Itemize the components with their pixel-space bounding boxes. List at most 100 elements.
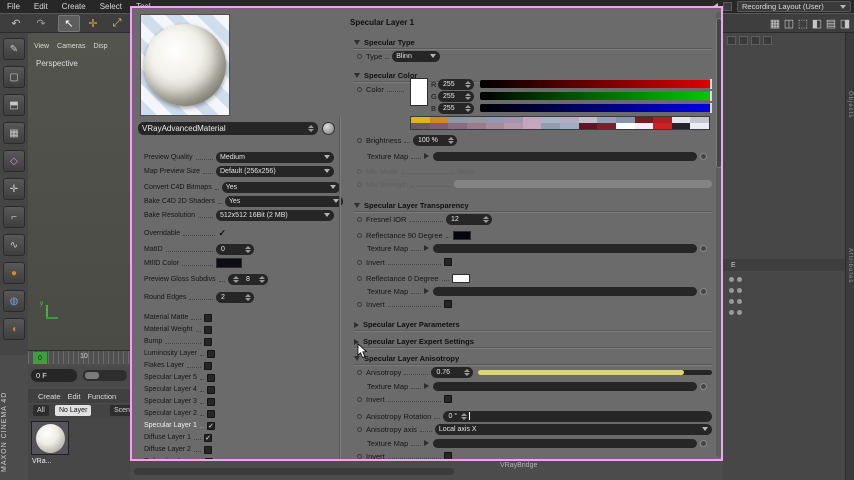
keyframe-dot-icon[interactable] xyxy=(357,396,362,402)
expand-icon[interactable] xyxy=(424,383,430,389)
layer-checkbox[interactable] xyxy=(204,325,212,334)
texture-map-field[interactable] xyxy=(433,438,697,448)
axis-tool-icon[interactable]: ✛ xyxy=(3,178,25,200)
panel-icon[interactable] xyxy=(739,36,748,45)
section-specular-type[interactable]: Specular Type xyxy=(354,37,712,49)
visibility-dot[interactable] xyxy=(729,310,734,315)
tool-icon[interactable]: ⬚ xyxy=(796,15,810,32)
b-gradient-slider[interactable] xyxy=(480,103,712,113)
keyframe-dot-icon[interactable] xyxy=(357,275,362,281)
panel-icon[interactable] xyxy=(763,36,772,45)
layer-checkbox[interactable]: ✓ xyxy=(204,433,212,442)
keyframe-dot-icon[interactable] xyxy=(357,369,362,375)
layer-checkbox[interactable] xyxy=(204,313,212,322)
layout-grid-icon[interactable] xyxy=(723,2,732,11)
deformer-tool-icon[interactable]: ◇ xyxy=(3,150,25,172)
gloss-subdivs-field[interactable]: 8 xyxy=(228,273,268,285)
tool-icon[interactable]: ▤ xyxy=(824,15,838,32)
keyframe-dot-icon[interactable] xyxy=(357,86,362,92)
stepper[interactable] xyxy=(245,245,251,253)
layer-row[interactable]: Material Weight xyxy=(144,324,212,335)
texture-map-field[interactable] xyxy=(433,243,697,253)
mtlid-color-swatch[interactable] xyxy=(216,258,242,268)
keyframe-dot-icon[interactable] xyxy=(357,426,362,432)
panel-icon[interactable] xyxy=(727,36,736,45)
specular-color-swatch[interactable] xyxy=(410,78,428,106)
palette-swatch[interactable] xyxy=(653,123,672,129)
frame-number-field[interactable]: 0 F xyxy=(31,369,77,382)
filter-all-button[interactable]: All xyxy=(33,405,49,416)
stepper[interactable] xyxy=(461,412,468,420)
redo-button[interactable]: ↷ xyxy=(30,15,52,32)
stepper[interactable] xyxy=(465,92,471,100)
brightness-field[interactable]: 100 % xyxy=(413,134,457,146)
dialog-scrollbar-thumb[interactable] xyxy=(716,18,721,168)
layer-checkbox[interactable] xyxy=(204,361,212,370)
expand-icon[interactable] xyxy=(424,440,430,446)
section-parameters-collapsed[interactable]: Specular Layer Parameters xyxy=(354,319,712,331)
panel-icon[interactable] xyxy=(751,36,760,45)
r-value-field[interactable]: 255 xyxy=(438,78,474,90)
palette-swatch[interactable] xyxy=(448,123,467,129)
move-tool-button[interactable]: ✛ xyxy=(82,15,104,32)
spline-tool-icon[interactable]: ✎ xyxy=(3,38,25,60)
texture-browse-button[interactable] xyxy=(700,152,707,160)
preview-mode-icon[interactable] xyxy=(322,122,335,135)
material-thumbnail-label[interactable]: VRa... xyxy=(32,458,51,465)
reflectance-0-swatch[interactable] xyxy=(452,273,470,283)
type-dropdown[interactable]: Blinn xyxy=(392,50,441,62)
modeling-tool-icon[interactable]: ⬒ xyxy=(3,94,25,116)
section-transparency[interactable]: Specular Layer Transparency xyxy=(354,200,712,212)
menu-create[interactable]: Create xyxy=(55,2,93,11)
layer-row[interactable]: Material Matte xyxy=(144,312,212,323)
layer-checkbox[interactable] xyxy=(204,445,212,454)
shader-tool-icon[interactable]: ◖ xyxy=(3,318,25,340)
palette-swatch[interactable] xyxy=(690,123,709,129)
fresnel-ior-field[interactable]: 12 xyxy=(446,213,492,225)
selection-tool-button[interactable]: ↖ xyxy=(58,15,80,32)
anisotropy-rotation-field[interactable]: 0 ° xyxy=(443,410,712,422)
visibility-dot[interactable] xyxy=(737,277,742,282)
layer-checkbox[interactable] xyxy=(204,337,212,346)
layer-row[interactable]: Specular Layer 2 xyxy=(144,408,215,419)
layer-checkbox[interactable] xyxy=(206,349,215,358)
mm-menu-edit[interactable]: Edit xyxy=(68,392,81,401)
anisotropy-field[interactable]: 0.76 xyxy=(431,366,474,378)
layer-row-selected[interactable]: Specular Layer 1 ✓ xyxy=(144,420,215,431)
b-value-field[interactable]: 255 xyxy=(438,102,474,114)
stepper[interactable] xyxy=(259,275,265,283)
slider-handle[interactable] xyxy=(710,79,712,89)
layer-row[interactable]: Refraction Layer xyxy=(144,456,214,459)
mm-menu-create[interactable]: Create xyxy=(38,392,61,401)
keyframe-dot-icon[interactable] xyxy=(357,301,362,307)
layer-row[interactable]: Luminosity Layer xyxy=(144,348,215,359)
material-manager-scrollbar[interactable] xyxy=(134,468,454,475)
menu-select[interactable]: Select xyxy=(93,2,129,11)
snap-tool-icon[interactable]: ∿ xyxy=(3,234,25,256)
keyframe-dot-icon[interactable] xyxy=(357,232,362,238)
current-frame-marker[interactable]: 0 xyxy=(33,352,47,364)
filter-no-layer-button[interactable]: No Layer xyxy=(55,405,92,416)
palette-swatch[interactable] xyxy=(615,123,635,129)
palette-swatch[interactable] xyxy=(522,123,542,129)
invert-checkbox[interactable] xyxy=(444,395,452,403)
palette-swatch[interactable] xyxy=(429,123,449,129)
invert-checkbox[interactable] xyxy=(444,300,452,308)
stepper[interactable] xyxy=(465,80,471,88)
bake-shaders-dropdown[interactable]: Yes xyxy=(224,195,343,207)
expand-icon[interactable] xyxy=(424,153,430,159)
preview-quality-dropdown[interactable]: Medium xyxy=(216,151,334,163)
palette-swatch[interactable] xyxy=(541,123,560,129)
palette-swatch[interactable] xyxy=(560,123,579,129)
dock-tab-attributes[interactable]: Attributes xyxy=(847,248,853,283)
visibility-dot[interactable] xyxy=(729,299,734,304)
r-gradient-slider[interactable] xyxy=(480,79,712,89)
material-preview-image[interactable] xyxy=(140,14,230,116)
workplane-tool-icon[interactable]: ⌐ xyxy=(3,206,25,228)
layout-selector[interactable]: Recording Layout (User) xyxy=(737,1,851,12)
palette-swatch[interactable] xyxy=(504,123,523,129)
frame-range-slider[interactable] xyxy=(83,370,127,381)
palette-swatch[interactable] xyxy=(411,123,430,129)
layer-checkbox[interactable]: ✓ xyxy=(206,421,215,430)
convert-bitmaps-dropdown[interactable]: Yes xyxy=(221,181,340,193)
